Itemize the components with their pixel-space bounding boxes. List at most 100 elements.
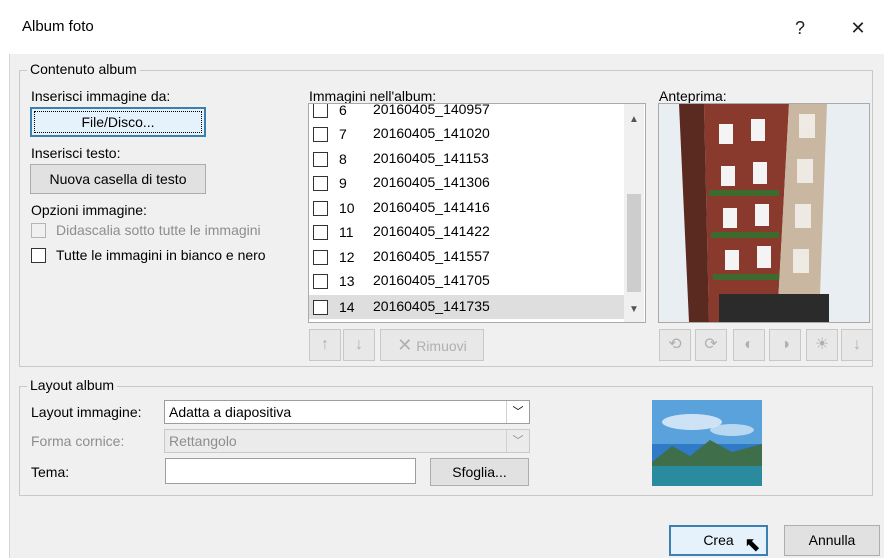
- contrast-down-button[interactable]: ◑: [769, 329, 801, 361]
- brightness-down-icon: ↓: [853, 336, 861, 353]
- album-layout-legend: Layout album: [27, 377, 118, 393]
- album-image-list[interactable]: 6 20160405_140957 7 20160405_141020 8 20…: [308, 103, 646, 323]
- brightness-up-button[interactable]: ☀: [806, 329, 838, 361]
- list-item-name: 20160405_141020: [373, 125, 490, 141]
- cancel-button[interactable]: Annulla: [784, 525, 880, 556]
- rotate-right-button[interactable]: ⟳: [695, 329, 727, 361]
- list-item-name: 20160405_141557: [373, 248, 490, 264]
- list-item-selected[interactable]: 14 20160405_141735: [309, 295, 627, 319]
- layout-preview-image: [652, 400, 762, 486]
- list-item[interactable]: 12 20160405_141557: [309, 245, 627, 269]
- list-item-checkbox[interactable]: [313, 225, 328, 240]
- new-textbox-button-label: Nuova casella di testo: [49, 171, 187, 187]
- rotate-left-icon: ⟲: [668, 336, 682, 353]
- list-item-checkbox[interactable]: [313, 152, 328, 167]
- list-item-number: 10: [339, 200, 355, 216]
- remove-x-icon: ✕: [397, 335, 413, 355]
- list-item-checkbox[interactable]: [313, 300, 328, 315]
- contrast-up-button[interactable]: ◐: [733, 329, 765, 361]
- list-item-name: 20160405_141153: [373, 150, 489, 166]
- list-item-name: 20160405_141422: [373, 223, 490, 239]
- bw-option-label: Tutte le immagini in bianco e nero: [56, 247, 266, 263]
- help-button[interactable]: ?: [780, 10, 820, 46]
- list-item-checkbox[interactable]: [313, 176, 328, 191]
- list-item-checkbox[interactable]: [313, 104, 328, 118]
- list-item-checkbox[interactable]: [313, 201, 328, 216]
- list-item[interactable]: 6 20160405_140957: [309, 103, 627, 122]
- list-item-number: 11: [339, 224, 354, 240]
- mouse-cursor-icon: ⬉: [744, 534, 761, 556]
- list-item-name: 20160405_141705: [373, 272, 490, 288]
- close-button[interactable]: ✕: [838, 10, 878, 46]
- move-up-button[interactable]: ↑: [309, 329, 341, 361]
- list-item[interactable]: 7 20160405_141020: [309, 122, 627, 146]
- cancel-button-label: Annulla: [808, 532, 856, 548]
- captions-checkbox[interactable]: [31, 223, 46, 238]
- preview-image: [658, 103, 870, 323]
- contrast-up-icon: ◐: [744, 336, 754, 353]
- window-left-edge: [0, 0, 10, 558]
- list-item[interactable]: 8 20160405_141153: [309, 147, 627, 171]
- theme-label: Tema:: [31, 464, 70, 480]
- list-item-checkbox[interactable]: [313, 250, 328, 265]
- frame-shape-select[interactable]: Rettangolo ﹀: [164, 429, 530, 453]
- arrow-up-icon: ↑: [321, 336, 329, 353]
- preview-label: Anteprima:: [659, 88, 727, 104]
- remove-button-label: Rimuovi: [416, 338, 467, 354]
- file-disk-button[interactable]: File/Disco...: [30, 107, 206, 137]
- remove-button[interactable]: ✕ Rimuovi: [380, 329, 484, 361]
- move-down-button[interactable]: ↓: [343, 329, 375, 361]
- list-item-name: 20160405_140957: [373, 103, 490, 117]
- create-button-label: Crea: [703, 532, 734, 548]
- frame-shape-value: Rettangolo: [169, 433, 237, 449]
- window-title: Album foto: [22, 18, 94, 35]
- list-item-number: 12: [339, 249, 355, 265]
- insert-image-label: Inserisci immagine da:: [31, 88, 171, 104]
- insert-text-label: Inserisci testo:: [31, 145, 121, 161]
- rotate-right-icon: ⟳: [704, 336, 718, 353]
- list-item-number: 9: [339, 175, 347, 191]
- list-item-number: 7: [339, 126, 347, 142]
- image-layout-value: Adatta a diapositiva: [169, 404, 292, 420]
- list-item[interactable]: 13 20160405_141705: [309, 269, 627, 293]
- list-item-name: 20160405_141306: [373, 174, 490, 190]
- scroll-down-arrow-icon[interactable]: ▼: [624, 302, 644, 318]
- list-item[interactable]: 11 20160405_141422: [309, 220, 627, 244]
- browse-button-label: Sfoglia...: [452, 464, 507, 480]
- file-disk-button-label: File/Disco...: [81, 114, 155, 130]
- title-bar: [0, 0, 884, 54]
- list-item-number: 8: [339, 151, 347, 167]
- chevron-down-icon[interactable]: ﹀: [506, 401, 529, 423]
- list-item-number: 6: [339, 103, 347, 118]
- contrast-down-icon: ◑: [780, 336, 790, 353]
- list-item-checkbox[interactable]: [313, 127, 328, 142]
- rotate-left-button[interactable]: ⟲: [659, 329, 691, 361]
- list-item-checkbox[interactable]: [313, 274, 328, 289]
- list-item[interactable]: 10 20160405_141416: [309, 196, 627, 220]
- brightness-down-button[interactable]: ↓: [841, 329, 873, 361]
- list-scrollbar[interactable]: ▲ ▼: [624, 104, 644, 322]
- image-layout-select[interactable]: Adatta a diapositiva ﹀: [164, 400, 530, 424]
- scroll-up-arrow-icon[interactable]: ▲: [624, 112, 644, 128]
- landscape-thumbnail: [652, 400, 762, 486]
- theme-input[interactable]: [165, 458, 416, 484]
- list-item-name: 20160405_141735: [373, 298, 490, 314]
- arrow-down-icon: ↓: [355, 336, 363, 353]
- frame-shape-label: Forma cornice:: [31, 433, 125, 449]
- list-item[interactable]: 9 20160405_141306: [309, 171, 627, 195]
- list-item-number: 14: [339, 299, 355, 315]
- browse-button[interactable]: Sfoglia...: [430, 458, 529, 486]
- list-item-name: 20160405_141416: [373, 199, 490, 215]
- list-item-number: 13: [339, 273, 355, 289]
- album-list-label: Immagini nell'album:: [309, 88, 437, 104]
- album-content-legend: Contenuto album: [27, 61, 140, 77]
- image-layout-label: Layout immagine:: [31, 404, 142, 420]
- bw-checkbox[interactable]: [31, 248, 46, 263]
- new-textbox-button[interactable]: Nuova casella di testo: [30, 164, 206, 194]
- brightness-up-icon: ☀: [814, 336, 830, 353]
- building-photo: [659, 104, 869, 322]
- scrollbar-thumb[interactable]: [627, 194, 641, 292]
- image-options-label: Opzioni immagine:: [31, 202, 147, 218]
- captions-option-label: Didascalia sotto tutte le immagini: [56, 222, 261, 238]
- chevron-down-icon[interactable]: ﹀: [506, 430, 529, 452]
